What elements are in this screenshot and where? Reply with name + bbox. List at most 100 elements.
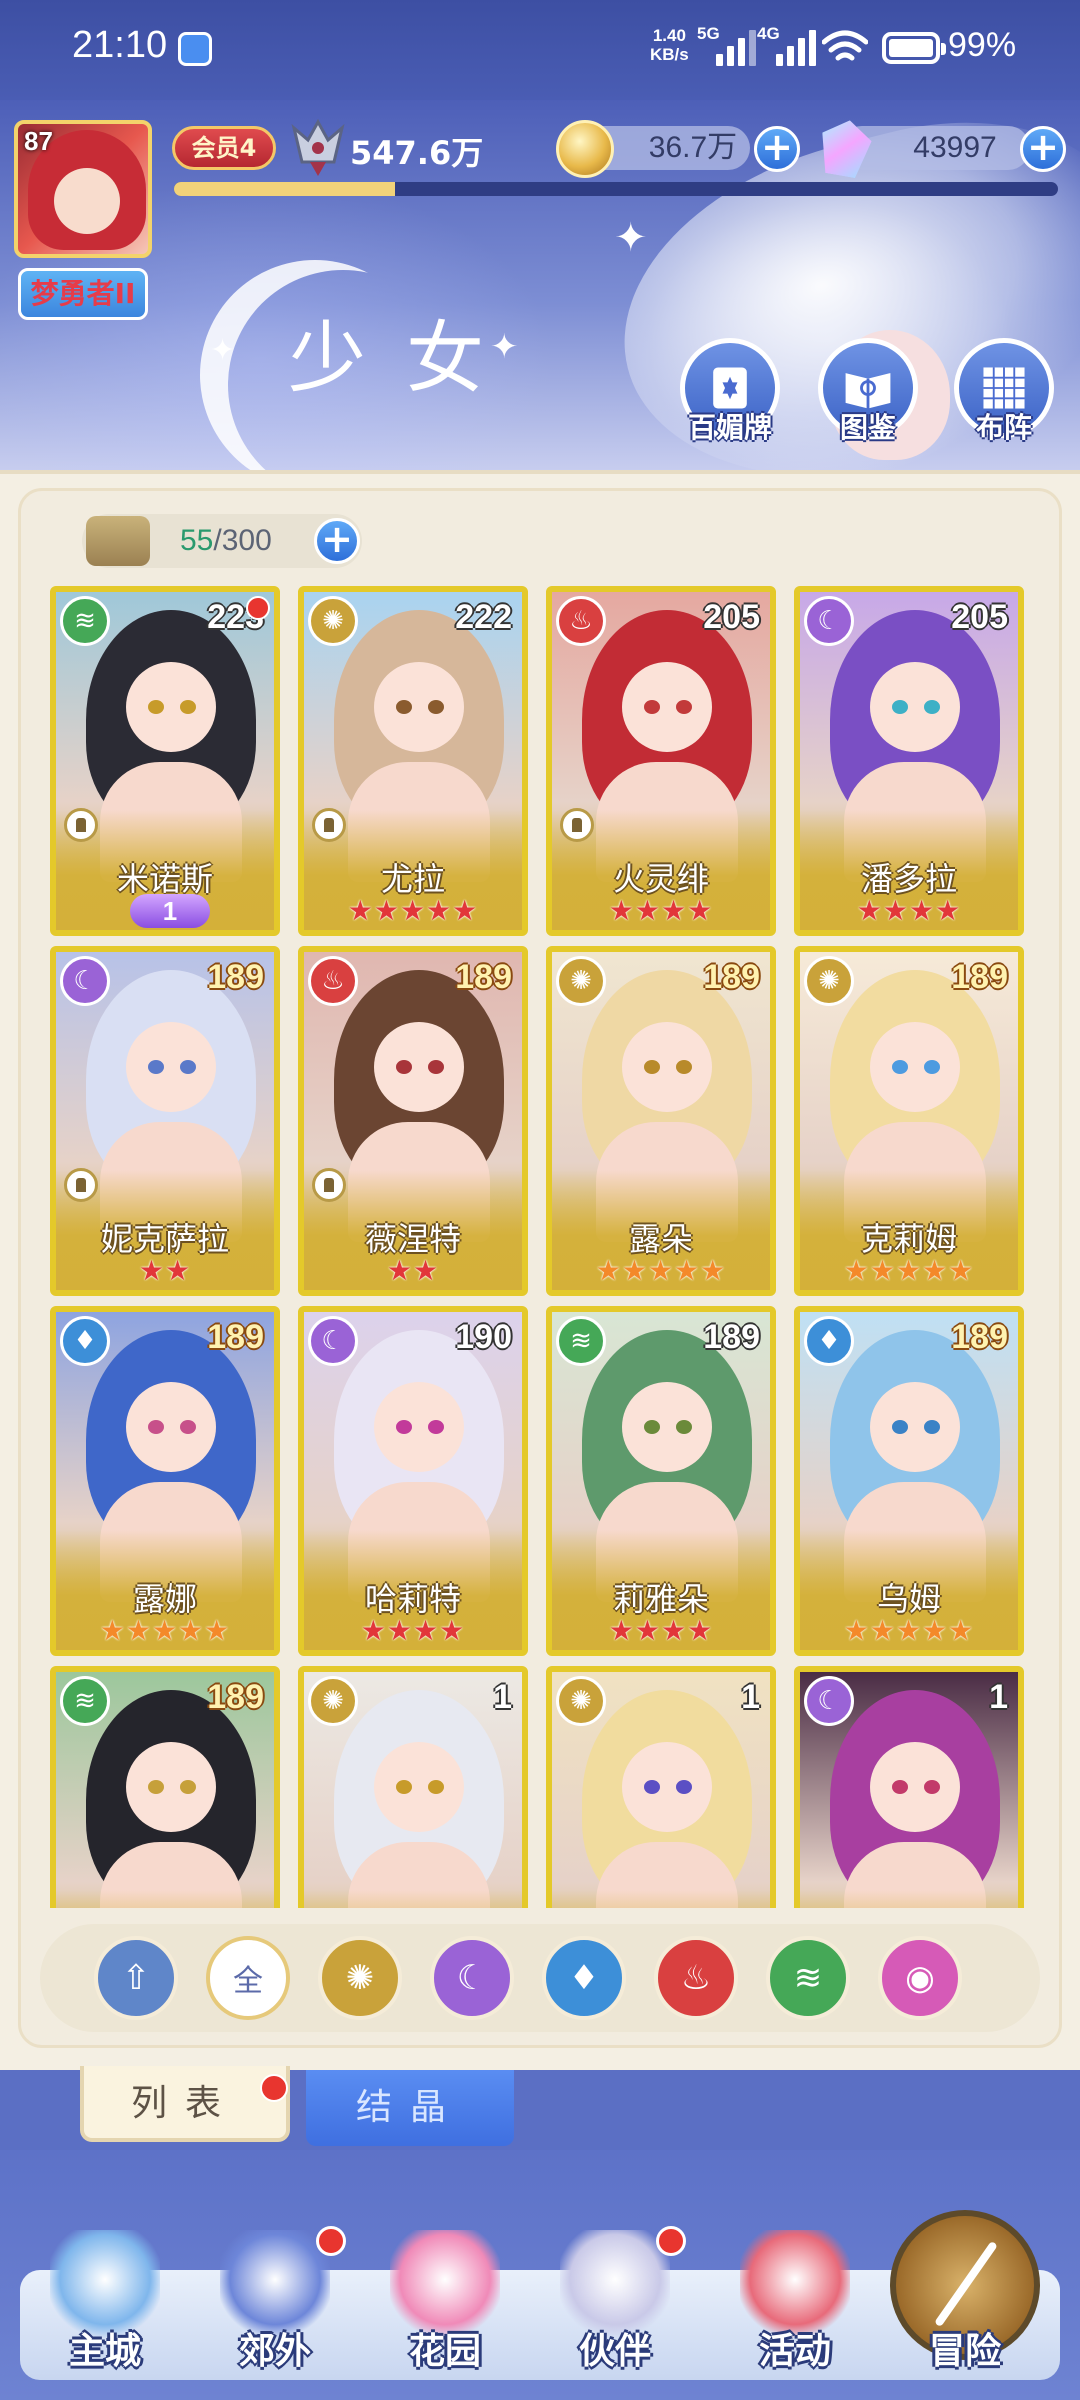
filter-light-button[interactable]: ✺: [318, 1936, 402, 2020]
portrait-eye: [676, 1060, 692, 1074]
portrait-eye: [924, 1420, 940, 1434]
player-title-badge[interactable]: 梦勇者II: [18, 268, 148, 320]
heroine-card[interactable]: ♨ 189 薇涅特 ★★: [298, 946, 528, 1296]
heroine-level: 189: [207, 958, 264, 996]
nav-outskirts[interactable]: 郊外: [200, 2226, 350, 2390]
gold-value: 36.7万: [648, 131, 738, 164]
filter-wind-button[interactable]: ≋: [766, 1936, 850, 2020]
heroine-card[interactable]: ♦ 189 露娜 ★★★★★: [50, 1306, 280, 1656]
portrait-eye: [892, 1060, 908, 1074]
vip-badge[interactable]: 会员4: [172, 126, 276, 170]
player-avatar[interactable]: 87: [14, 120, 152, 258]
wind-element-icon: ≋: [60, 1676, 110, 1726]
heroine-level: 205: [951, 598, 1008, 636]
sparkle-icon: ✦: [210, 333, 236, 368]
nav-garden[interactable]: 花园: [370, 2230, 520, 2390]
filter-water-button[interactable]: ♦: [542, 1936, 626, 2020]
portrait-face: [374, 1742, 464, 1832]
portrait-eye: [428, 1420, 444, 1434]
tab-list[interactable]: 列表: [80, 2066, 290, 2142]
nav-partner[interactable]: 伙伴: [540, 2226, 690, 2390]
power-trophy-icon: [291, 118, 345, 176]
role-chess-icon: [64, 1168, 98, 1202]
heroine-card[interactable]: ♨ 205 火灵绯 ★★★★: [546, 586, 776, 936]
page-title: 少女: [288, 314, 525, 404]
portrait-face: [126, 662, 216, 752]
heroine-card[interactable]: ✺ 189 露朵 ★★★★★: [546, 946, 776, 1296]
heroine-card[interactable]: ✺ 189 克莉姆 ★★★★★: [794, 946, 1024, 1296]
heroine-level: 189: [455, 958, 512, 996]
illustrated-book-label: 图鉴: [839, 411, 896, 444]
filter-dark-button[interactable]: ☾: [430, 1936, 514, 2020]
tab-crystal[interactable]: 结晶: [306, 2070, 514, 2146]
heroine-level: 205: [703, 598, 760, 636]
portrait-eye: [396, 700, 412, 714]
portrait-eye: [924, 700, 940, 714]
battery-percent: 99%: [948, 26, 1017, 64]
nav-red-dot: [656, 2226, 686, 2256]
tab-list-red-dot: [260, 2074, 288, 2102]
heroine-level: 189: [703, 958, 760, 996]
combat-power-progress: [174, 182, 1058, 196]
status-time: 21:10: [72, 24, 168, 66]
portrait-eye: [676, 700, 692, 714]
baimei-card-button[interactable]: 百媚牌: [676, 338, 784, 468]
heroine-level: 1: [741, 1678, 760, 1716]
filter-rank-button[interactable]: ⇧: [94, 1936, 178, 2020]
light-element-icon: ✺: [556, 956, 606, 1006]
filter-all-button[interactable]: 全: [206, 1936, 290, 2020]
heroine-card[interactable]: ≋ 189 莉雅朵 ★★★★: [546, 1306, 776, 1656]
portrait-face: [870, 1742, 960, 1832]
combat-power-value: 547.6万: [350, 134, 484, 172]
add-gold-button[interactable]: +: [754, 126, 800, 172]
wind-element-icon: ≋: [556, 1316, 606, 1366]
page-header: ✦ ✦ ✦ 87 梦勇者II 会员4 547.6万 36.7万 + 43997 …: [0, 100, 1080, 470]
heroine-card[interactable]: ☾ 189 妮克萨拉 ★★: [50, 946, 280, 1296]
portrait-eye: [180, 1420, 196, 1434]
heroine-card[interactable]: ≋ 189: [50, 1666, 280, 1908]
heroine-card[interactable]: ☾ 1: [794, 1666, 1024, 1908]
portrait-eye: [180, 700, 196, 714]
moon-icon: ☾: [456, 1958, 488, 1998]
add-diamond-button[interactable]: +: [1020, 126, 1066, 172]
heroine-card[interactable]: ☾ 205 潘多拉 ★★★★: [794, 586, 1024, 936]
illustrated-book-button[interactable]: 图鉴: [814, 338, 922, 468]
formation-button[interactable]: 布阵: [950, 338, 1058, 468]
capacity-current: 55: [180, 524, 214, 557]
filter-spirit-button[interactable]: ◉: [878, 1936, 962, 2020]
nav-label: 郊外: [238, 2331, 311, 2372]
expand-capacity-button[interactable]: +: [314, 518, 360, 564]
portrait-eye: [396, 1060, 412, 1074]
heroine-card-grid[interactable]: ≋ 223 米诺斯 1 ✺ 222 尤拉 ★★★★★ ♨ 205 火灵绯 ★★★★ ☾ 205 潘多拉 ★★★…: [50, 586, 1034, 1908]
heroine-card[interactable]: ✺ 222 尤拉 ★★★★★: [298, 586, 528, 936]
sparkle-icon: ✦: [614, 215, 648, 261]
heroine-card[interactable]: ✺ 1: [546, 1666, 776, 1908]
role-chess-icon: [312, 808, 346, 842]
portrait-eye: [148, 700, 164, 714]
nav-label: 伙伴: [578, 2331, 651, 2372]
nav-adventure[interactable]: 冒险: [890, 2210, 1040, 2390]
portrait-eye: [644, 1420, 660, 1434]
player-level: 87: [24, 126, 53, 156]
portrait-face: [622, 662, 712, 752]
sun-icon: ✺: [345, 1958, 375, 1998]
signal-icon: [716, 30, 756, 66]
filter-fire-button[interactable]: ♨: [654, 1936, 738, 2020]
dark-element-icon: ☾: [308, 1316, 358, 1366]
heroine-level: 1: [493, 1678, 512, 1716]
signal-icon-2: [776, 30, 816, 66]
heroine-list-panel: 55/300 + ≋ 223 米诺斯 1 ✺ 222 尤拉 ★★★★★ ♨ 205 火灵绯 ★★★★ ☾…: [0, 470, 1080, 2070]
star-rating: ★★★★★: [99, 1614, 231, 1647]
heroine-card[interactable]: ≋ 223 米诺斯 1: [50, 586, 280, 936]
dark-element-icon: ☾: [60, 956, 110, 1006]
heroine-card[interactable]: ♦ 189 乌姆 ★★★★★: [794, 1306, 1024, 1656]
portrait-eye: [428, 700, 444, 714]
capacity-max: /300: [213, 524, 272, 557]
nav-activity[interactable]: 活动: [720, 2230, 870, 2390]
portrait-face: [870, 662, 960, 752]
network-speed: 1.40 KB/s: [650, 26, 689, 64]
heroine-card[interactable]: ✺ 1: [298, 1666, 528, 1908]
nav-main-city[interactable]: 主城: [30, 2230, 180, 2390]
portrait-eye: [644, 1780, 660, 1794]
heroine-card[interactable]: ☾ 190 哈莉特 ★★★★: [298, 1306, 528, 1656]
